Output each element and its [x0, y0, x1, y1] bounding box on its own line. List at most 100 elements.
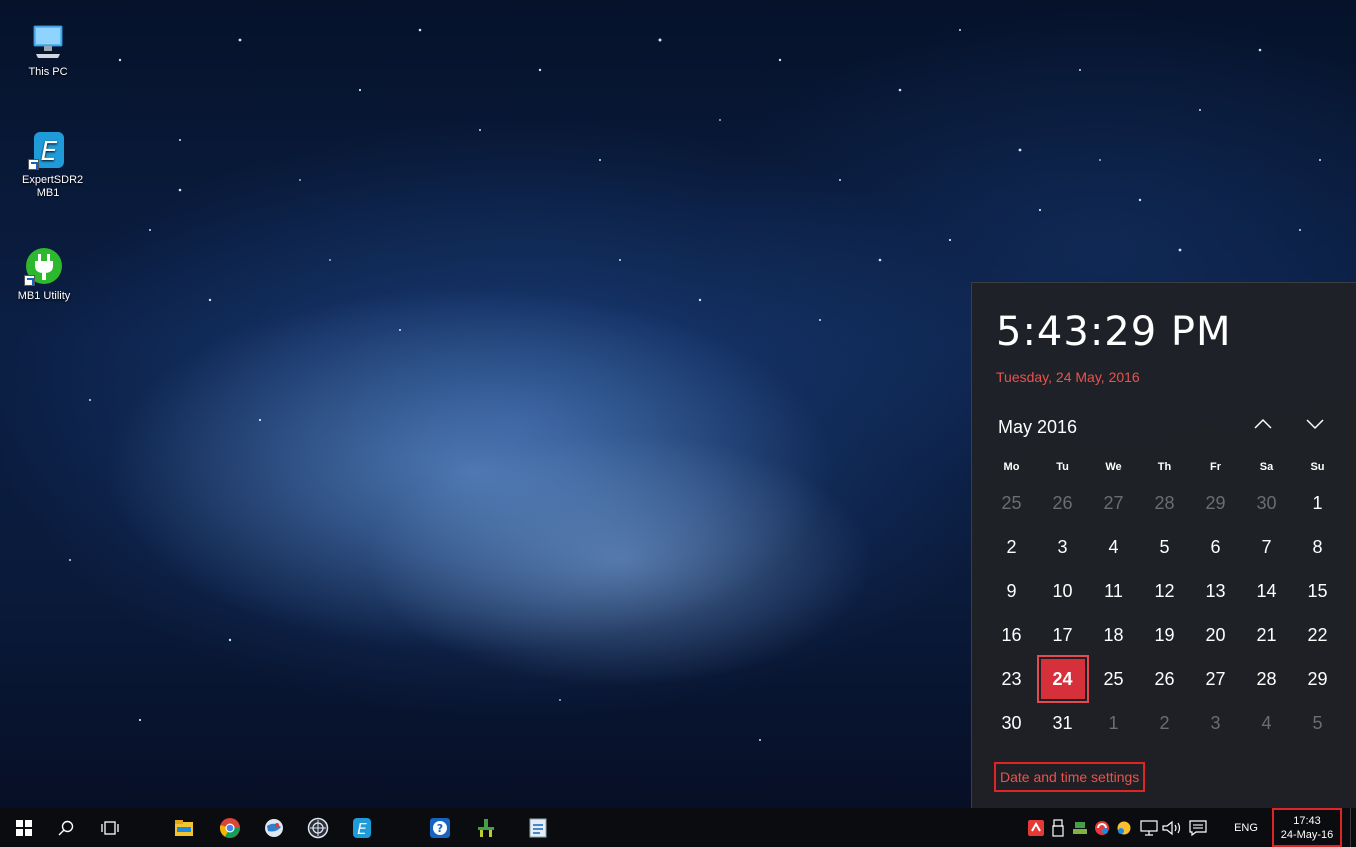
- calendar-day[interactable]: 27: [1190, 657, 1241, 701]
- calendar-day[interactable]: 29: [1292, 657, 1343, 701]
- volume-icon: [1162, 820, 1181, 835]
- calendar-day[interactable]: 25: [986, 481, 1037, 525]
- chevron-down-icon: [1306, 419, 1324, 430]
- usb-icon: [1052, 818, 1064, 837]
- calendar-day[interactable]: 7: [1241, 525, 1292, 569]
- calendar-day[interactable]: 5: [1292, 701, 1343, 745]
- action-center-button[interactable]: [1186, 808, 1210, 847]
- calendar-day[interactable]: 3: [1190, 701, 1241, 745]
- weekday-header: Fr: [1210, 461, 1221, 473]
- calendar-day[interactable]: 25: [1088, 657, 1139, 701]
- input-language-button[interactable]: ENG: [1232, 808, 1260, 847]
- calendar-day[interactable]: 6: [1190, 525, 1241, 569]
- calendar-day-selected[interactable]: 24: [1036, 655, 1089, 703]
- globe-app-button[interactable]: [252, 808, 296, 847]
- antivirus-tray-button[interactable]: [1026, 808, 1046, 847]
- calendar-day[interactable]: 28: [1241, 657, 1292, 701]
- calendar-day[interactable]: 5: [1139, 525, 1190, 569]
- green-tray-button[interactable]: [1070, 808, 1090, 847]
- calendar-day[interactable]: 15: [1292, 569, 1343, 613]
- usb-tray-button[interactable]: [1048, 808, 1068, 847]
- ball-app-icon: [307, 817, 329, 838]
- green-app-button[interactable]: [464, 808, 508, 847]
- calendar-day[interactable]: 14: [1241, 569, 1292, 613]
- calendar-day[interactable]: 23: [986, 657, 1037, 701]
- calendar-day[interactable]: 22: [1292, 613, 1343, 657]
- desktop-icon-label: ExpertSDR2 MB1: [22, 174, 84, 199]
- chrome-icon: [220, 817, 240, 838]
- calendar-day[interactable]: 2: [986, 525, 1037, 569]
- month-year-label[interactable]: May 2016: [998, 417, 1077, 438]
- calendar-day[interactable]: 10: [1037, 569, 1088, 613]
- calendar-day[interactable]: 26: [1139, 657, 1190, 701]
- calendar-day[interactable]: 9: [986, 569, 1037, 613]
- chrome-button[interactable]: [208, 808, 252, 847]
- calendar-day[interactable]: 30: [986, 701, 1037, 745]
- computer-icon: [28, 22, 68, 62]
- taskbar-clock[interactable]: 17:43 24-May-16: [1272, 808, 1342, 847]
- desktop-icon-mb1-utility[interactable]: MB1 Utility: [8, 246, 80, 303]
- calendar-day[interactable]: 4: [1241, 701, 1292, 745]
- search-button[interactable]: [44, 808, 88, 847]
- svg-text:E: E: [357, 820, 367, 838]
- calendar-day[interactable]: 31: [1037, 701, 1088, 745]
- weekday-header: Su: [1310, 461, 1325, 473]
- calendar-day[interactable]: 20: [1190, 613, 1241, 657]
- weekday-header: Th: [1157, 461, 1172, 473]
- plug-icon: [24, 246, 64, 286]
- weekday-header: Tu: [1056, 461, 1069, 473]
- globe-app-icon: [265, 818, 283, 837]
- yellow-tray-button[interactable]: [1114, 808, 1134, 847]
- weekday-header: Mo: [1003, 461, 1020, 473]
- show-desktop-button[interactable]: [1350, 808, 1356, 847]
- date-time-settings-link[interactable]: Date and time settings: [994, 762, 1146, 792]
- network-tray-button[interactable]: [1138, 808, 1160, 847]
- next-month-button[interactable]: [1300, 409, 1330, 439]
- file-explorer-button[interactable]: [162, 808, 206, 847]
- start-button[interactable]: [2, 808, 46, 847]
- current-date-link[interactable]: Tuesday, 24 May, 2016: [996, 369, 1140, 385]
- desktop-icon-this-pc[interactable]: This PC: [12, 22, 84, 79]
- calendar-day[interactable]: 28: [1139, 481, 1190, 525]
- calendar-day[interactable]: 30: [1241, 481, 1292, 525]
- clock-time: 17:43: [1293, 814, 1321, 827]
- weekday-header: Sa: [1259, 461, 1274, 473]
- notifications-icon: [1189, 819, 1207, 836]
- document-app-icon: [529, 818, 547, 837]
- calendar-day[interactable]: 12: [1139, 569, 1190, 613]
- calendar-day[interactable]: 1: [1088, 701, 1139, 745]
- task-view-button[interactable]: [88, 808, 132, 847]
- network-icon: [1140, 819, 1158, 836]
- calendar-day[interactable]: 19: [1139, 613, 1190, 657]
- calendar-day[interactable]: 26: [1037, 481, 1088, 525]
- help-app-button[interactable]: ?: [418, 808, 462, 847]
- green-app-icon: [478, 818, 494, 837]
- desktop-icon-expertsdr2[interactable]: E ExpertSDR2 MB1: [12, 130, 84, 200]
- update-tray-button[interactable]: [1092, 808, 1112, 847]
- calendar-day[interactable]: 3: [1037, 525, 1088, 569]
- calendar-day[interactable]: 27: [1088, 481, 1139, 525]
- folder-icon: [175, 819, 193, 836]
- calendar-flyout: 5:43:29 PM Tuesday, 24 May, 2016 May 201…: [971, 282, 1356, 808]
- calendar-day[interactable]: 17: [1037, 613, 1088, 657]
- previous-month-button[interactable]: [1248, 409, 1278, 439]
- calendar-grid: Mo Tu We Th Fr Sa Su 25 26 27 28 29 30 1…: [986, 453, 1346, 745]
- calendar-day[interactable]: 16: [986, 613, 1037, 657]
- calendar-day[interactable]: 2: [1139, 701, 1190, 745]
- shortcut-arrow-icon: [28, 159, 39, 170]
- calendar-day[interactable]: 4: [1088, 525, 1139, 569]
- expertsdr-button[interactable]: E: [340, 808, 384, 847]
- shortcut-arrow-icon: [24, 275, 35, 286]
- weekday-header: We: [1105, 461, 1122, 473]
- ball-app-button[interactable]: [296, 808, 340, 847]
- volume-tray-button[interactable]: [1160, 808, 1184, 847]
- calendar-day[interactable]: 1: [1292, 481, 1343, 525]
- calendar-day[interactable]: 21: [1241, 613, 1292, 657]
- calendar-day[interactable]: 29: [1190, 481, 1241, 525]
- calendar-day[interactable]: 18: [1088, 613, 1139, 657]
- windows-logo-icon: [16, 819, 32, 836]
- calendar-day[interactable]: 11: [1088, 569, 1139, 613]
- document-app-button[interactable]: [516, 808, 560, 847]
- calendar-day[interactable]: 8: [1292, 525, 1343, 569]
- calendar-day[interactable]: 13: [1190, 569, 1241, 613]
